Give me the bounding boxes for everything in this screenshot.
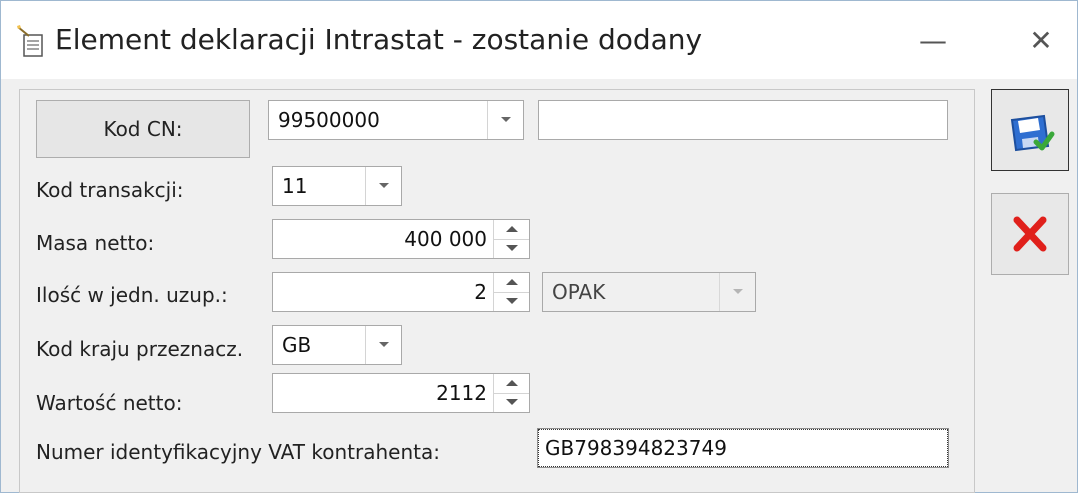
spin-up-button[interactable] [494, 273, 529, 293]
jednostka-select: OPAK [542, 272, 756, 312]
ilosc-spinner[interactable] [493, 273, 529, 311]
save-floppy-check-icon [1010, 114, 1055, 152]
chevron-down-icon [501, 117, 511, 122]
chevron-down-icon [379, 342, 389, 347]
vat-number-value: GB798394823749 [545, 436, 727, 460]
kod-transakcji-dropdown-button[interactable] [365, 167, 401, 205]
wartosc-netto-input[interactable]: 2112 [272, 373, 530, 413]
chevron-down-icon [733, 289, 743, 294]
dialog-window: Element deklaracji Intrastat - zostanie … [0, 0, 1078, 493]
kod-cn-dropdown-button[interactable] [487, 101, 523, 139]
form-panel: Kod CN: 99500000 Kod transakcji: 11 Masa… [19, 89, 975, 493]
window-title: Element deklaracji Intrastat - zostanie … [55, 23, 703, 56]
cancel-button[interactable] [991, 193, 1069, 275]
arrow-up-icon [506, 380, 518, 386]
arrow-up-icon [506, 226, 518, 232]
kod-transakcji-select[interactable]: 11 [272, 166, 402, 206]
red-x-cancel-icon [1013, 216, 1047, 252]
wartosc-netto-label: Wartość netto: [36, 391, 183, 415]
jednostka-dropdown-button [719, 273, 755, 311]
ilosc-label: Ilość w jedn. uzup.: [36, 283, 228, 307]
kod-cn-select[interactable]: 99500000 [268, 100, 524, 140]
spin-up-button[interactable] [494, 220, 529, 240]
masa-netto-label: Masa netto: [36, 231, 155, 255]
kod-cn-button[interactable]: Kod CN: [36, 100, 250, 158]
masa-netto-input[interactable]: 400 000 [272, 219, 530, 259]
vat-label: Numer identyfikacyjny VAT kontrahenta: [36, 440, 440, 464]
arrow-down-icon [506, 245, 518, 251]
title-bar[interactable]: Element deklaracji Intrastat - zostanie … [1, 1, 1077, 79]
masa-netto-value: 400 000 [404, 227, 487, 251]
kod-kraju-select[interactable]: GB [272, 325, 402, 365]
spin-down-button[interactable] [494, 393, 529, 412]
kod-kraju-dropdown-button[interactable] [365, 326, 401, 364]
chevron-down-icon [379, 183, 389, 188]
arrow-up-icon [506, 279, 518, 285]
ilosc-value: 2 [474, 280, 487, 304]
masa-netto-spinner[interactable] [493, 220, 529, 258]
wartosc-netto-spinner[interactable] [493, 374, 529, 412]
arrow-down-icon [506, 298, 518, 304]
document-wand-icon [17, 25, 43, 57]
wartosc-netto-value: 2112 [436, 381, 487, 405]
vat-number-field[interactable]: GB798394823749 [537, 428, 949, 468]
kod-kraju-label: Kod kraju przeznacz. [36, 337, 244, 361]
kod-cn-description-field[interactable] [538, 100, 948, 140]
spin-down-button[interactable] [494, 239, 529, 258]
kod-cn-value: 99500000 [278, 108, 380, 132]
minimize-button[interactable]: — [913, 21, 953, 61]
kod-kraju-value: GB [282, 333, 312, 357]
kod-transakcji-label: Kod transakcji: [36, 178, 184, 202]
jednostka-value: OPAK [552, 280, 606, 304]
ilosc-input[interactable]: 2 [272, 272, 530, 312]
spin-up-button[interactable] [494, 374, 529, 394]
arrow-down-icon [506, 399, 518, 405]
close-button[interactable]: ✕ [1021, 21, 1061, 61]
kod-transakcji-value: 11 [282, 174, 308, 198]
spin-down-button[interactable] [494, 292, 529, 311]
save-button[interactable] [991, 89, 1069, 171]
